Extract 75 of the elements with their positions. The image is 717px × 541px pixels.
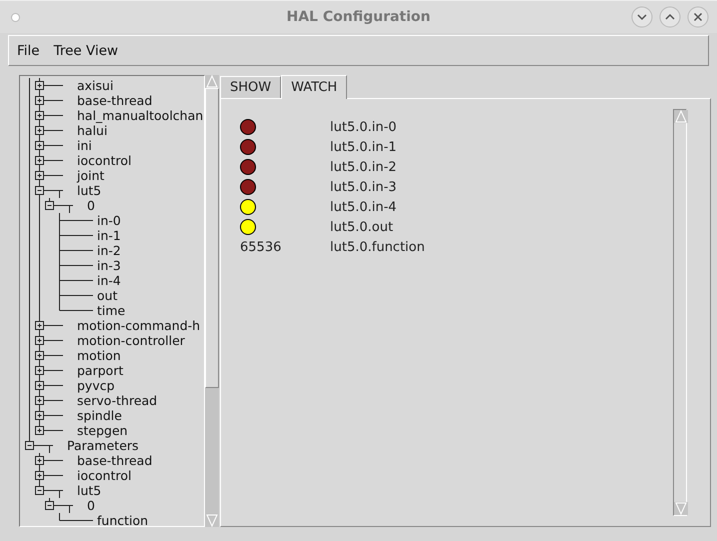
collapse-icon[interactable] — [25, 441, 34, 450]
tree-scrollbar[interactable] — [205, 75, 219, 527]
collapse-icon[interactable] — [45, 201, 54, 210]
tree-item[interactable]: joint — [75, 168, 104, 183]
tree-item[interactable]: parport — [75, 363, 124, 378]
tab[interactable]: WATCH — [281, 75, 348, 99]
tree-item[interactable]: 0 — [85, 498, 95, 513]
tree-item[interactable]: motion — [75, 348, 121, 363]
tree-item[interactable]: time — [95, 303, 126, 318]
signal-name: lut5.0.out — [330, 220, 394, 234]
scrollbar-thumb[interactable] — [205, 88, 219, 388]
tree-item[interactable]: in-0 — [95, 213, 121, 228]
expand-icon[interactable] — [35, 426, 44, 435]
expand-icon[interactable] — [35, 171, 44, 180]
tree-item[interactable]: in-2 — [95, 243, 121, 258]
expand-icon[interactable] — [35, 156, 44, 165]
tree-item[interactable]: iocontrol — [75, 468, 132, 483]
maximize-icon[interactable] — [659, 6, 681, 28]
tree-connector-drawing — [28, 288, 95, 303]
tree-connector-drawing — [28, 273, 95, 288]
tree-connector-drawing — [28, 258, 95, 273]
tree-item[interactable]: in-4 — [95, 273, 121, 288]
tree-connector-drawing — [28, 228, 95, 243]
window-title: HAL Configuration — [286, 9, 432, 25]
expand-icon[interactable] — [35, 321, 44, 330]
expand-icon[interactable] — [35, 81, 44, 90]
signal-name: lut5.0.in-2 — [330, 160, 397, 174]
expand-icon[interactable] — [35, 111, 44, 120]
tree-item[interactable]: Parameters — [65, 438, 139, 453]
tree-item[interactable]: spindle — [75, 408, 122, 423]
value-text: 65536 — [240, 240, 282, 254]
collapse-icon[interactable] — [35, 186, 44, 195]
tree-item[interactable]: hal_manualtoolchan — [75, 108, 204, 123]
tree-item[interactable]: pyvcp — [75, 378, 115, 393]
tree-item[interactable]: in-3 — [95, 258, 121, 273]
expand-icon[interactable] — [35, 411, 44, 420]
expand-icon[interactable] — [35, 96, 44, 105]
tree-item[interactable]: halui — [75, 123, 108, 138]
expand-icon[interactable] — [35, 471, 44, 480]
menu-item[interactable]: Tree View — [50, 42, 122, 58]
tree-item[interactable]: 0 — [85, 198, 95, 213]
tree-item[interactable]: axisui — [75, 78, 114, 93]
expand-icon[interactable] — [35, 336, 44, 345]
tree-item[interactable]: out — [95, 288, 118, 303]
signal-name: lut5.0.in-3 — [330, 180, 397, 194]
signal-name: lut5.0.in-0 — [330, 120, 397, 134]
expand-icon[interactable] — [35, 351, 44, 360]
tree-item[interactable]: motion-command-h — [75, 318, 200, 333]
expand-icon[interactable] — [35, 381, 44, 390]
tree-item[interactable]: function — [95, 513, 148, 526]
tree-item[interactable]: iocontrol — [75, 153, 132, 168]
expand-icon[interactable] — [35, 366, 44, 375]
tree-item[interactable]: ini — [75, 138, 92, 153]
expand-icon[interactable] — [35, 456, 44, 465]
expand-icon[interactable] — [35, 126, 44, 135]
tree-item[interactable]: stepgen — [75, 423, 128, 438]
tab[interactable]: SHOW — [220, 76, 282, 98]
tree-item[interactable]: lut5 — [75, 483, 102, 498]
tree-item[interactable]: in-1 — [95, 228, 121, 243]
expand-icon[interactable] — [35, 396, 44, 405]
menu-item[interactable]: File — [13, 42, 44, 58]
minimize-icon[interactable] — [631, 6, 653, 28]
signal-name: lut5.0.in-1 — [330, 140, 397, 154]
tree-connector-drawing — [28, 243, 95, 258]
tree-item[interactable]: base-thread — [75, 93, 152, 108]
collapse-icon[interactable] — [35, 486, 44, 495]
signal-name: lut5.0.in-4 — [330, 200, 397, 214]
tree-item[interactable]: servo-thread — [75, 393, 158, 408]
tree-item[interactable]: motion-controller — [75, 333, 185, 348]
expand-icon[interactable] — [35, 141, 44, 150]
signal-name: lut5.0.function — [330, 240, 425, 254]
tree-item[interactable]: base-thread — [75, 453, 152, 468]
tree-item[interactable]: lut5 — [75, 183, 102, 198]
close-icon[interactable] — [687, 6, 709, 28]
collapse-icon[interactable] — [45, 501, 54, 510]
